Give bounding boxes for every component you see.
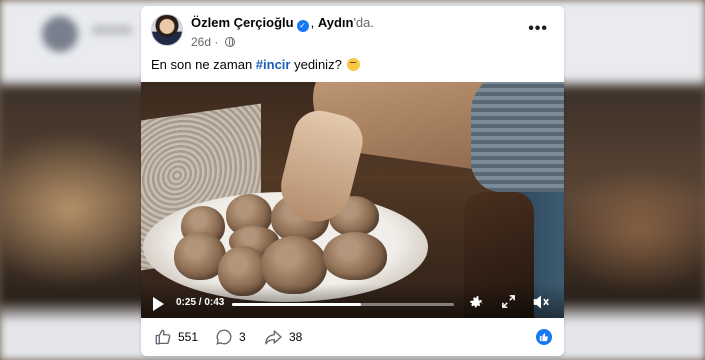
author-line: Özlem Çerçioğlu ✓, Aydın'da. xyxy=(191,15,374,32)
author-name[interactable]: Özlem Çerçioğlu xyxy=(191,15,294,30)
shares-count: 38 xyxy=(289,330,303,344)
like-reaction-thumb-icon xyxy=(539,333,548,342)
video-fig xyxy=(323,232,387,280)
location-separator: , xyxy=(310,15,318,30)
share-action[interactable]: 38 xyxy=(264,328,302,346)
video-progress-fill xyxy=(232,303,361,306)
location-name[interactable]: Aydın xyxy=(318,15,354,30)
comment-action[interactable]: 3 xyxy=(215,328,246,346)
video-player[interactable]: 0:25 / 0:43 xyxy=(141,82,564,318)
video-progress-bar[interactable] xyxy=(232,303,454,306)
thumbs-up-icon xyxy=(155,329,171,345)
hashtag-link[interactable]: #incir xyxy=(256,57,291,72)
comment-bubble-icon xyxy=(216,329,232,345)
post-footer: 551 3 38 xyxy=(141,318,564,356)
verified-badge-icon: ✓ xyxy=(296,20,309,32)
more-options-button[interactable]: ••• xyxy=(528,20,548,38)
post-card: Özlem Çerçioğlu ✓, Aydın'da. 26d · ••• En… xyxy=(141,6,564,356)
post-text-suffix: yediniz? xyxy=(290,57,342,72)
settings-gear-icon[interactable] xyxy=(468,294,485,311)
post-text: En son ne zaman #incir yediniz? xyxy=(151,57,361,72)
location-suffix: 'da. xyxy=(353,15,375,30)
post-meta: 26d · xyxy=(191,35,235,49)
mute-icon[interactable] xyxy=(532,294,550,310)
likes-count: 551 xyxy=(178,330,199,344)
video-controls: 0:25 / 0:43 xyxy=(141,284,564,318)
play-icon[interactable] xyxy=(153,297,164,311)
globe-icon xyxy=(224,37,235,47)
like-reaction-icon xyxy=(536,329,552,345)
video-sleeve xyxy=(471,82,564,192)
post-text-prefix: En son ne zaman xyxy=(151,57,256,72)
thinking-face-icon xyxy=(347,58,361,71)
share-arrow-icon xyxy=(265,330,282,345)
fullscreen-icon[interactable] xyxy=(501,294,516,309)
author-avatar[interactable] xyxy=(151,14,183,46)
post-header: Özlem Çerçioğlu ✓, Aydın'da. 26d · ••• xyxy=(151,14,554,54)
background-avatar xyxy=(42,16,78,52)
like-action[interactable]: 551 xyxy=(154,328,198,346)
video-time: 0:25 / 0:43 xyxy=(176,297,225,308)
background-text xyxy=(92,26,132,34)
comments-count: 3 xyxy=(239,330,246,344)
post-time[interactable]: 26d xyxy=(191,35,211,49)
meta-dot: · xyxy=(211,35,222,49)
